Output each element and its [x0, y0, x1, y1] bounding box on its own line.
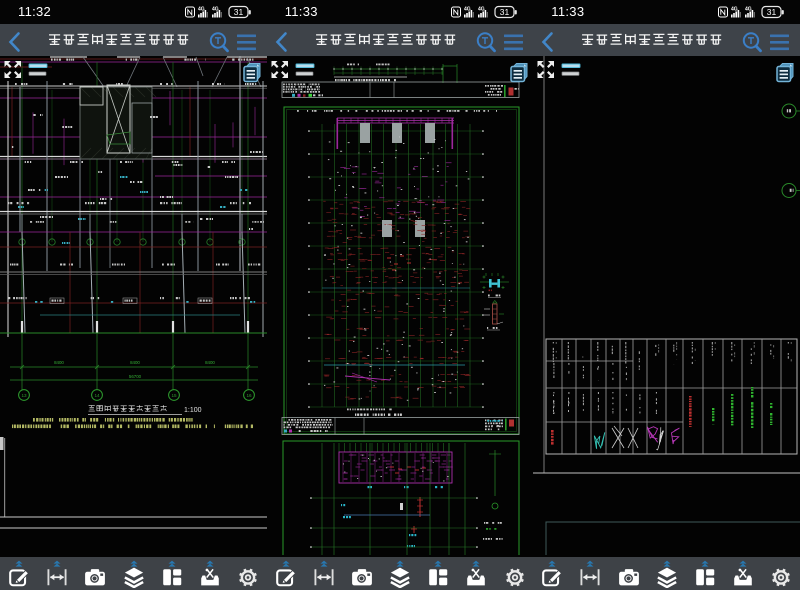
- svg-text:13: 13: [21, 393, 27, 398]
- svg-text:14: 14: [94, 393, 100, 398]
- svg-text:31: 31: [500, 7, 510, 17]
- svg-text:8400: 8400: [205, 360, 215, 365]
- svg-text:8400: 8400: [130, 360, 140, 365]
- svg-text:31: 31: [767, 7, 777, 17]
- svg-text:31: 31: [233, 7, 243, 17]
- svg-text:15: 15: [171, 393, 177, 398]
- svg-text:1:100: 1:100: [184, 407, 202, 414]
- svg-text:8400: 8400: [54, 360, 64, 365]
- svg-text:16: 16: [246, 393, 252, 398]
- svg-text:56700: 56700: [129, 374, 142, 379]
